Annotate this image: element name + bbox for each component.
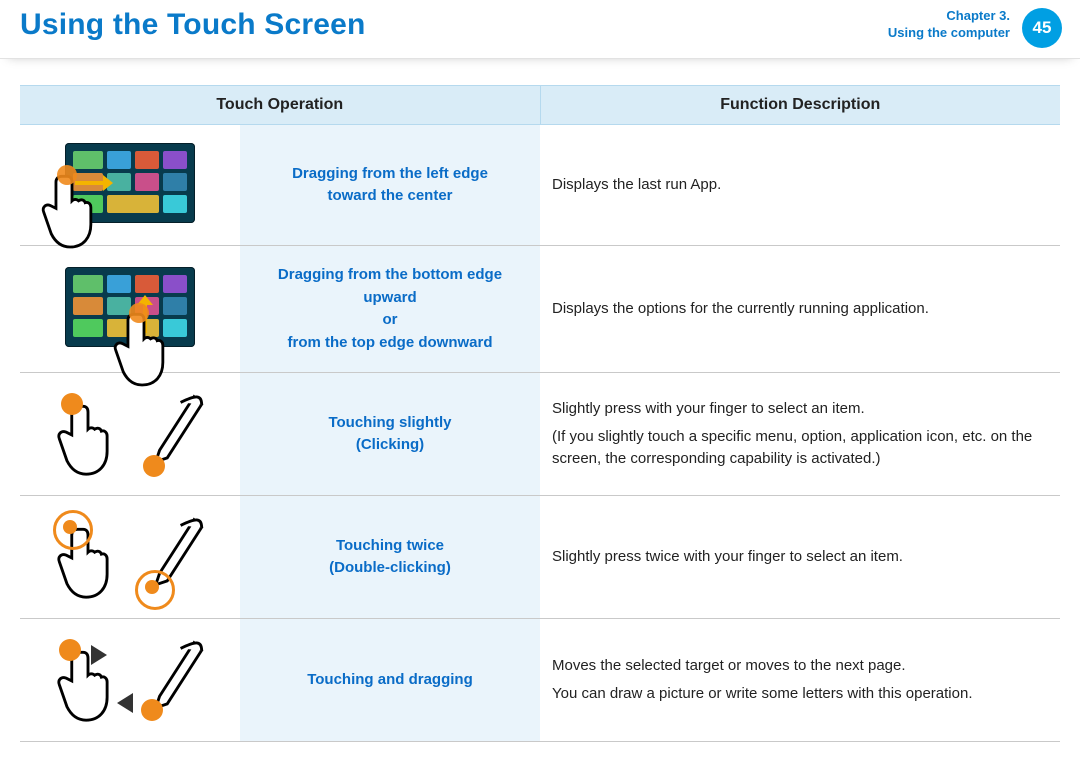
tap-double-icon [32, 514, 228, 600]
operation-line: Touching and dragging [307, 671, 473, 688]
description-cell: Slightly press with your finger to selec… [540, 373, 1060, 496]
operation-cell: Touching and dragging [240, 619, 540, 742]
hand-icon [53, 391, 123, 477]
description-cell: Moves the selected target or moves to th… [540, 619, 1060, 742]
stylus-icon [137, 391, 207, 477]
page-number-badge: 45 [1022, 8, 1062, 48]
description-text: You can draw a picture or write some let… [552, 683, 1048, 705]
operation-line: (Clicking) [356, 436, 424, 453]
col-header-description: Function Description [540, 86, 1060, 125]
table-row: Dragging from the bottom edge upward or … [20, 246, 1060, 373]
hand-icon [53, 514, 123, 600]
tap-single-icon [32, 391, 228, 477]
stylus-icon [137, 637, 207, 723]
gesture-icon-cell [20, 496, 240, 619]
operation-line: (Double-clicking) [329, 559, 451, 576]
description-cell: Displays the last run App. [540, 125, 1060, 246]
tap-drag-icon [32, 637, 228, 723]
gesture-icon-cell [20, 246, 240, 373]
table-row: Touching slightly (Clicking) Slightly pr… [20, 373, 1060, 496]
table-row: Touching twice (Double-clicking) Slightl… [20, 496, 1060, 619]
header-bar: Using the Touch Screen Chapter 3. Using … [0, 0, 1080, 59]
description-text: Moves the selected target or moves to th… [552, 655, 1048, 677]
operation-line: upward [363, 289, 416, 306]
description-text: Displays the last run App. [552, 174, 1048, 196]
operation-cell: Dragging from the bottom edge upward or … [240, 246, 540, 373]
table-row: Dragging from the left edge toward the c… [20, 125, 1060, 246]
gesture-icon-cell [20, 373, 240, 496]
table-row: Touching and dragging Moves the selected… [20, 619, 1060, 742]
operation-line: from the top edge downward [288, 334, 493, 351]
operation-line: Dragging from the left edge [292, 165, 488, 182]
operation-line: Dragging from the bottom edge [278, 266, 502, 283]
operation-cell: Dragging from the left edge toward the c… [240, 125, 540, 246]
tablet-left-swipe-icon [65, 143, 195, 227]
touch-operations-table: Touch Operation Function Description [20, 85, 1060, 742]
operation-line: or [383, 311, 398, 328]
description-text: Displays the options for the currently r… [552, 298, 1048, 320]
col-header-operation: Touch Operation [20, 86, 540, 125]
description-cell: Displays the options for the currently r… [540, 246, 1060, 373]
chapter-line-2: Using the computer [888, 25, 1010, 42]
description-text: Slightly press with your finger to selec… [552, 398, 1048, 420]
stylus-icon [137, 514, 207, 600]
gesture-icon-cell [20, 125, 240, 246]
operation-cell: Touching slightly (Clicking) [240, 373, 540, 496]
operation-line: Touching twice [336, 537, 444, 554]
chapter-line-1: Chapter 3. [888, 8, 1010, 25]
hand-icon [53, 637, 123, 723]
chapter-info: Chapter 3. Using the computer [888, 8, 1010, 42]
operation-line: Touching slightly [328, 414, 451, 431]
description-text: Slightly press twice with your finger to… [552, 546, 1048, 568]
gesture-icon-cell [20, 619, 240, 742]
page-title: Using the Touch Screen [20, 8, 366, 42]
operation-line: toward the center [327, 187, 452, 204]
tablet-bottom-swipe-icon [65, 267, 195, 351]
description-text: (If you slightly touch a specific menu, … [552, 426, 1048, 470]
description-cell: Slightly press twice with your finger to… [540, 496, 1060, 619]
operation-cell: Touching twice (Double-clicking) [240, 496, 540, 619]
